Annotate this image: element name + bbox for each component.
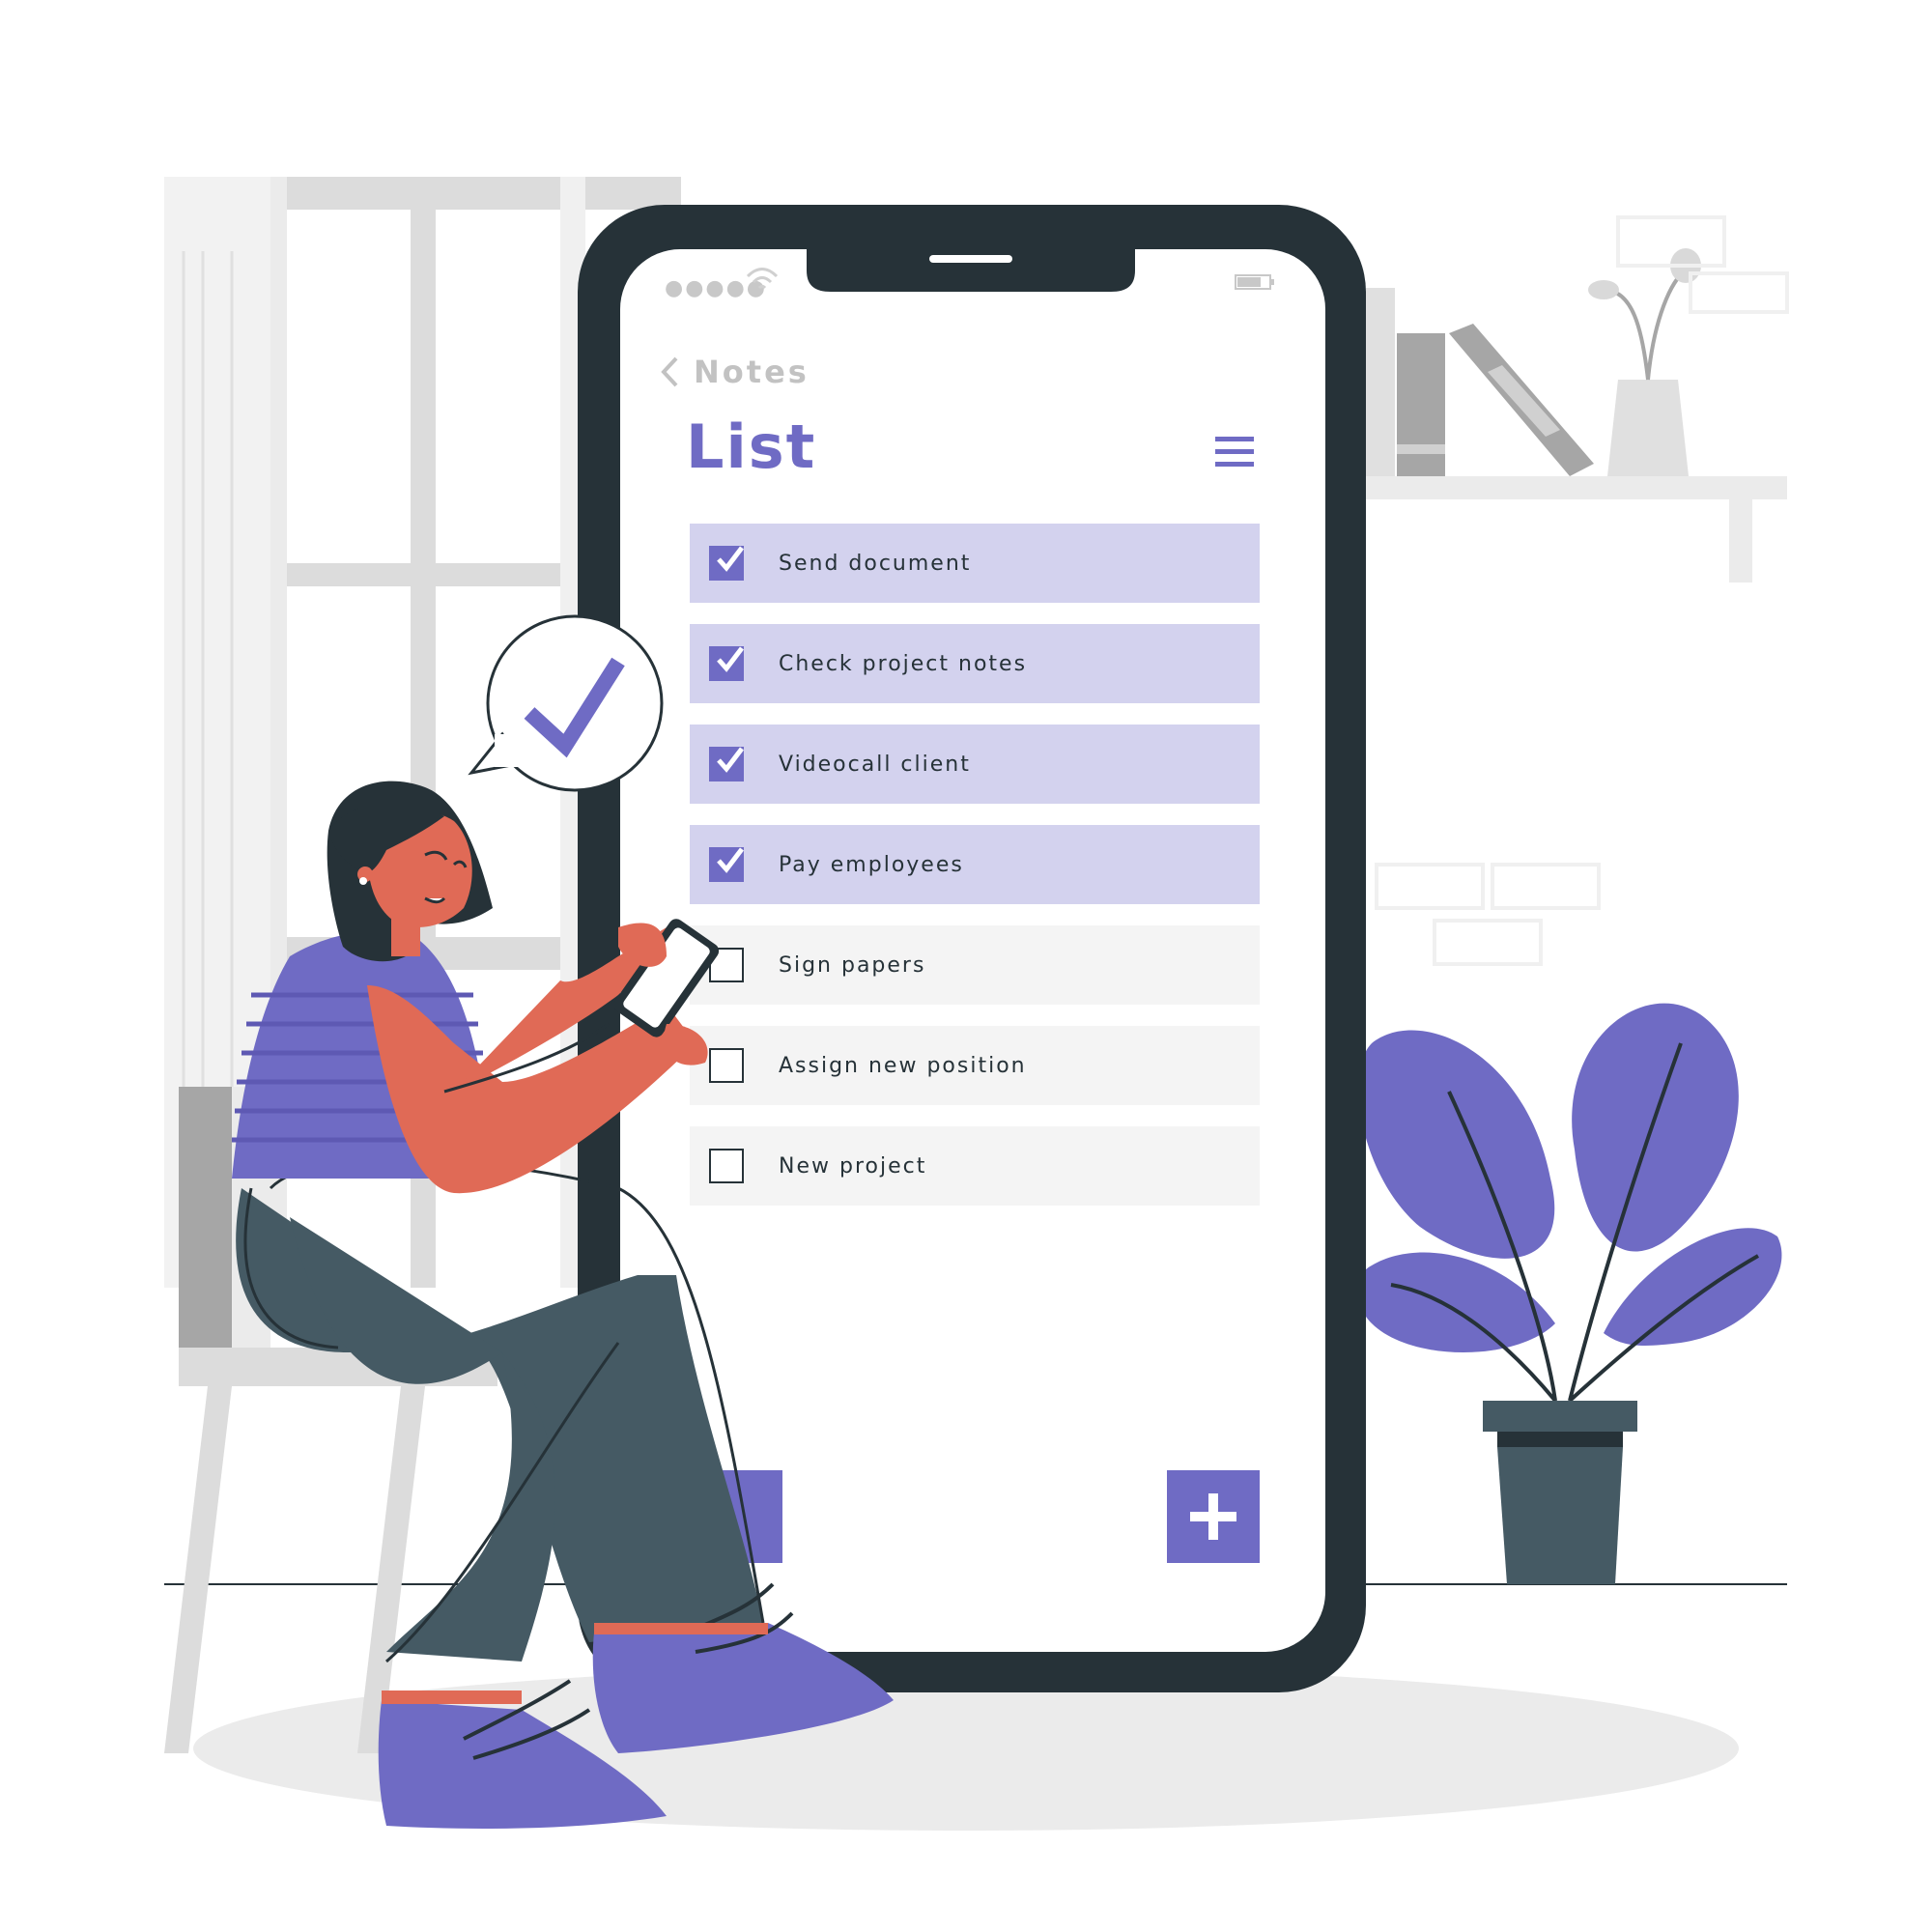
task-item[interactable]: New project <box>690 1126 1260 1206</box>
task-item[interactable]: Videocall client <box>690 724 1260 804</box>
wall-bricks <box>1375 863 1601 966</box>
battery-icon <box>1235 274 1274 290</box>
task-checkbox[interactable] <box>709 847 744 882</box>
back-label: Notes <box>694 354 810 390</box>
task-checkbox[interactable] <box>709 646 744 681</box>
potted-plant <box>1357 1003 1782 1584</box>
task-checkbox[interactable] <box>709 747 744 781</box>
bookshelf <box>1362 215 1789 582</box>
checkmark-icon <box>717 747 744 773</box>
back-button[interactable]: Notes <box>659 348 810 396</box>
task-label: Assign new position <box>779 1053 1027 1078</box>
task-label: Sign papers <box>779 952 926 978</box>
wifi-icon <box>746 268 779 290</box>
task-checkbox[interactable] <box>709 948 744 982</box>
phone-screen: ●●●●● Notes List Send document Check pro… <box>620 251 1327 1650</box>
chevron-left-icon <box>661 356 678 387</box>
task-checkbox[interactable] <box>709 1149 744 1183</box>
secondary-action-button[interactable] <box>690 1470 782 1563</box>
task-item[interactable]: Assign new position <box>690 1026 1260 1105</box>
task-label: Check project notes <box>779 651 1028 676</box>
checkmark-icon <box>717 546 744 572</box>
task-item[interactable]: Send document <box>690 524 1260 603</box>
task-item[interactable]: Pay employees <box>690 825 1260 904</box>
task-label: New project <box>779 1153 927 1179</box>
checkmark-icon <box>717 646 744 672</box>
task-item[interactable]: Check project notes <box>690 624 1260 703</box>
task-list: Send document Check project notes Videoc… <box>690 524 1260 1227</box>
hamburger-menu-icon[interactable] <box>1215 437 1254 469</box>
page-title: List <box>686 412 817 482</box>
task-label: Pay employees <box>779 852 964 877</box>
task-checkbox[interactable] <box>709 1048 744 1083</box>
task-label: Videocall client <box>779 752 971 777</box>
checkmark-icon <box>717 847 744 873</box>
task-checkbox[interactable] <box>709 546 744 581</box>
task-item[interactable]: Sign papers <box>690 925 1260 1005</box>
task-label: Send document <box>779 551 972 576</box>
add-task-button[interactable] <box>1167 1470 1260 1563</box>
